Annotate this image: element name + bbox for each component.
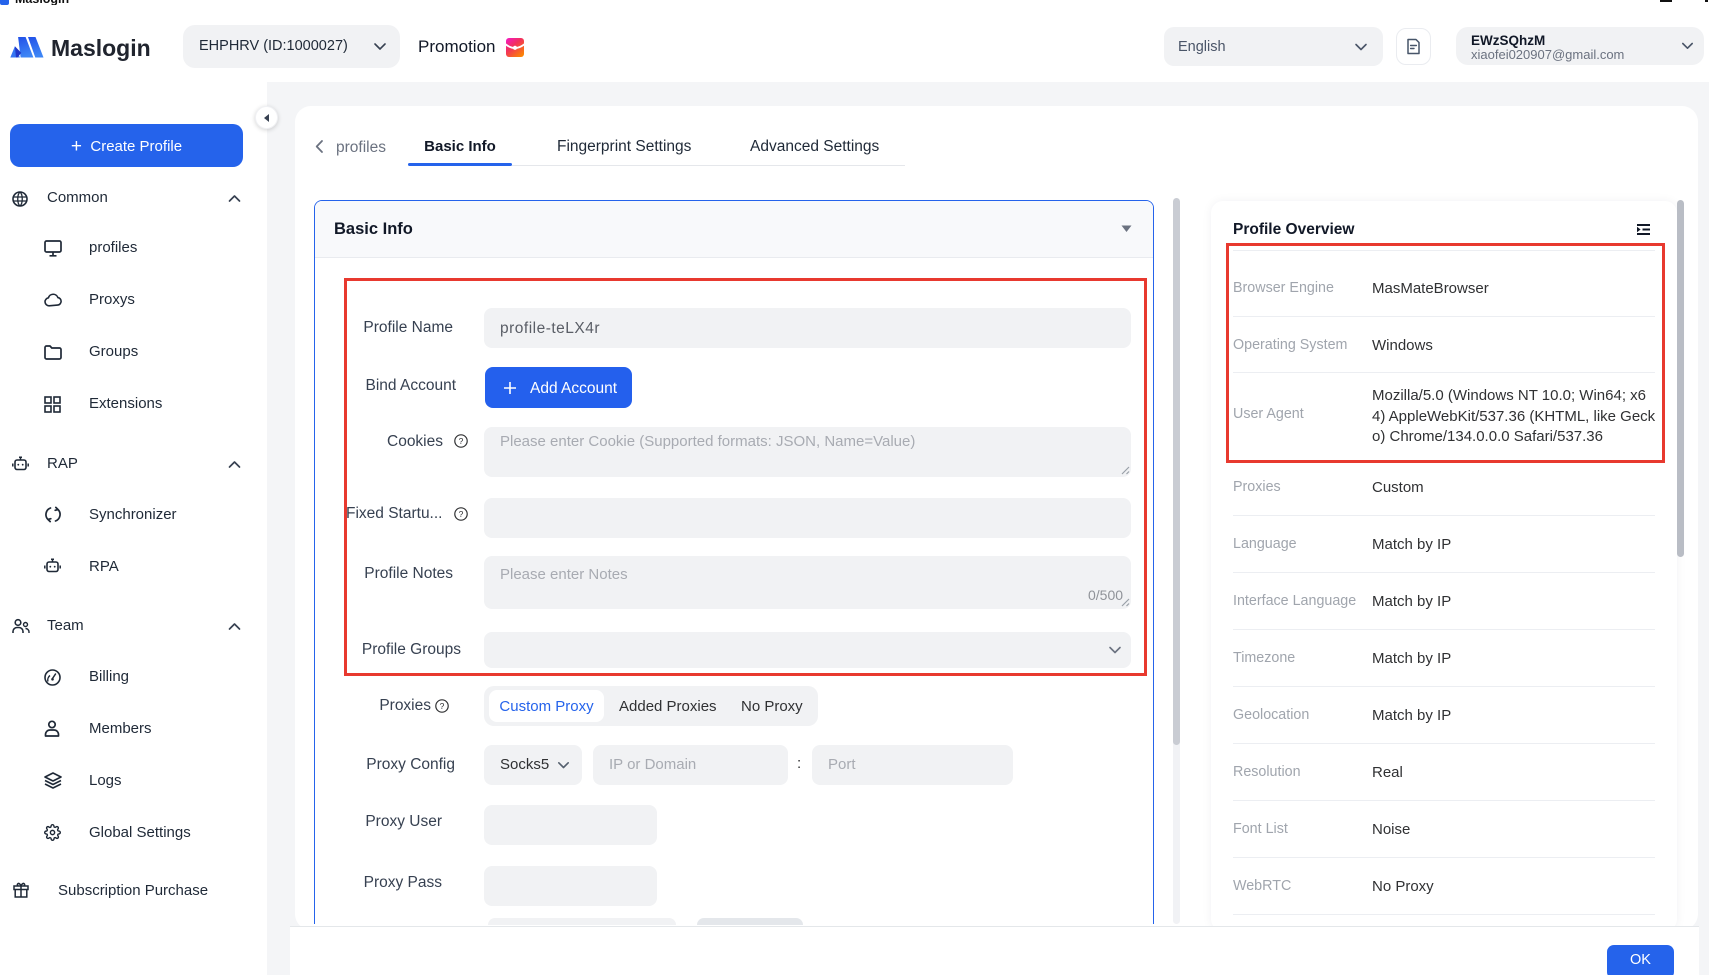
svg-text:?: ? xyxy=(440,701,445,711)
